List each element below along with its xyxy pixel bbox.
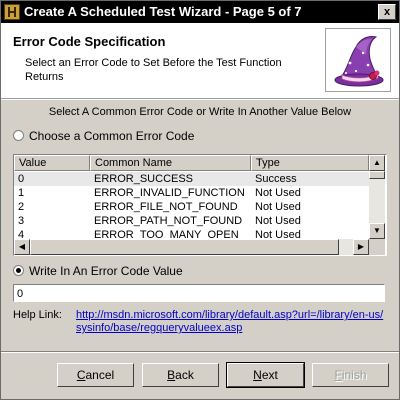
horizontal-scrollbar[interactable]: ◀ ▶ xyxy=(14,239,369,255)
vertical-scrollbar[interactable]: ▲ ▼ xyxy=(369,155,385,239)
list-header: Value Common Name Type xyxy=(14,155,369,171)
row-type: Not Used xyxy=(255,187,301,199)
table-row[interactable]: 0 ERROR_SUCCESS Success xyxy=(14,172,369,186)
next-mnemonic: N xyxy=(253,368,262,382)
next-button[interactable]: Next xyxy=(226,362,305,388)
horizontal-scroll-thumb[interactable] xyxy=(30,239,339,255)
finish-label: inish xyxy=(341,368,367,382)
row-name: ERROR_PATH_NOT_FOUND xyxy=(94,215,243,227)
column-header-type[interactable]: Type xyxy=(251,155,369,171)
back-button[interactable]: Back xyxy=(142,363,219,387)
row-type: Success xyxy=(255,173,297,185)
instruction-text: Select A Common Error Code or Write In A… xyxy=(48,106,352,118)
row-name: ERROR_SUCCESS xyxy=(94,173,194,185)
column-header-common-name[interactable]: Common Name xyxy=(90,155,251,171)
scroll-up-arrow-icon[interactable]: ▲ xyxy=(369,155,385,171)
help-link-label: Help Link: xyxy=(13,309,62,321)
row-name: ERROR_INVALID_FUNCTION xyxy=(94,187,245,199)
back-label: ack xyxy=(175,368,194,382)
vertical-scroll-thumb[interactable] xyxy=(369,171,385,179)
cancel-button[interactable]: Cancel xyxy=(57,363,134,387)
row-value: 3 xyxy=(18,215,25,227)
scroll-left-arrow-icon[interactable]: ◀ xyxy=(14,239,30,255)
table-row[interactable]: 3 ERROR_PATH_NOT_FOUND Not Used xyxy=(14,214,369,228)
back-mnemonic: B xyxy=(167,368,176,382)
page-title: Error Code Specification xyxy=(13,34,166,49)
close-button[interactable]: x xyxy=(378,4,396,20)
custom-code-radio-label[interactable]: Write In An Error Code Value xyxy=(29,264,183,278)
column-header-value[interactable]: Value xyxy=(14,155,90,171)
table-row[interactable]: 1 ERROR_INVALID_FUNCTION Not Used xyxy=(14,186,369,200)
row-type: Not Used xyxy=(255,201,301,213)
title-bar: Create A Scheduled Test Wizard - Page 5 … xyxy=(1,1,399,23)
cancel-label: ancel xyxy=(85,368,115,382)
error-code-list[interactable]: Value Common Name Type 0 ERROR_SUCCESS S… xyxy=(13,154,387,256)
wizard-header: Error Code Specification Select an Error… xyxy=(1,23,399,99)
scroll-down-arrow-icon[interactable]: ▼ xyxy=(369,223,385,239)
finish-mnemonic: F xyxy=(334,368,342,382)
common-code-radio[interactable] xyxy=(13,130,24,141)
page-description: Select an Error Code to Set Before the T… xyxy=(25,57,282,83)
scrollbar-corner xyxy=(369,239,385,255)
row-value: 0 xyxy=(18,173,25,185)
table-row[interactable]: 2 ERROR_FILE_NOT_FOUND Not Used xyxy=(14,200,369,214)
row-name: ERROR_FILE_NOT_FOUND xyxy=(94,201,238,213)
wizard-window: Create A Scheduled Test Wizard - Page 5 … xyxy=(0,0,400,400)
next-label: ext xyxy=(261,368,278,382)
finish-button: Finish xyxy=(312,363,389,387)
row-value: 2 xyxy=(18,201,25,213)
row-value: 1 xyxy=(18,187,25,199)
app-icon xyxy=(4,4,20,20)
scroll-right-arrow-icon[interactable]: ▶ xyxy=(353,239,369,255)
wizard-hat-icon xyxy=(325,28,391,92)
custom-code-radio[interactable] xyxy=(13,265,24,276)
window-title: Create A Scheduled Test Wizard - Page 5 … xyxy=(24,4,302,19)
row-type: Not Used xyxy=(255,215,301,227)
header-divider xyxy=(1,99,399,100)
help-link[interactable]: http://msdn.microsoft.com/library/defaul… xyxy=(76,309,386,335)
common-code-radio-label[interactable]: Choose a Common Error Code xyxy=(29,129,194,143)
error-code-input[interactable]: 0 xyxy=(13,284,385,302)
button-divider xyxy=(1,351,399,353)
